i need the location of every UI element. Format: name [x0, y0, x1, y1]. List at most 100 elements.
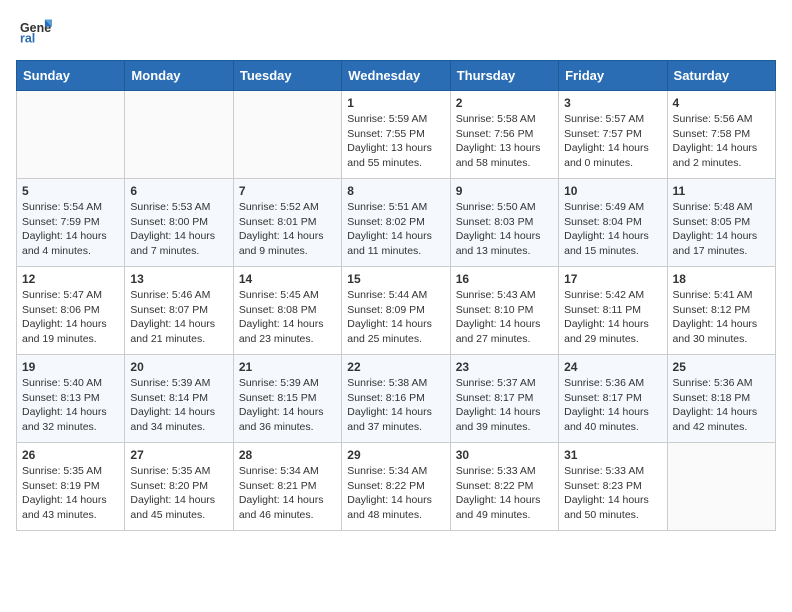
- day-cell: 31 Sunrise: 5:33 AMSunset: 8:23 PMDayligh…: [559, 443, 667, 531]
- header-monday: Monday: [125, 61, 233, 91]
- header-friday: Friday: [559, 61, 667, 91]
- day-number: 14: [239, 272, 336, 286]
- day-number: 10: [564, 184, 661, 198]
- day-number: 1: [347, 96, 444, 110]
- day-info: Sunrise: 5:33 AMSunset: 8:22 PMDaylight:…: [456, 464, 553, 523]
- day-number: 28: [239, 448, 336, 462]
- day-cell: 21 Sunrise: 5:39 AMSunset: 8:15 PMDayligh…: [233, 355, 341, 443]
- day-number: 4: [673, 96, 770, 110]
- calendar-header: SundayMondayTuesdayWednesdayThursdayFrid…: [17, 61, 776, 91]
- week-row-3: 12 Sunrise: 5:47 AMSunset: 8:06 PMDayligh…: [17, 267, 776, 355]
- header-saturday: Saturday: [667, 61, 775, 91]
- day-cell: 2 Sunrise: 5:58 AMSunset: 7:56 PMDaylight…: [450, 91, 558, 179]
- day-number: 6: [130, 184, 227, 198]
- day-info: Sunrise: 5:40 AMSunset: 8:13 PMDaylight:…: [22, 376, 119, 435]
- day-info: Sunrise: 5:46 AMSunset: 8:07 PMDaylight:…: [130, 288, 227, 347]
- day-cell: 6Sunrise: 5:53 AMSunset: 8:00 PMDaylight…: [125, 179, 233, 267]
- week-row-5: 26 Sunrise: 5:35 AMSunset: 8:19 PMDayligh…: [17, 443, 776, 531]
- day-cell: 8 Sunrise: 5:51 AMSunset: 8:02 PMDaylight…: [342, 179, 450, 267]
- day-cell: [667, 443, 775, 531]
- day-cell: 17Sunrise: 5:42 AMSunset: 8:11 PMDayligh…: [559, 267, 667, 355]
- header-thursday: Thursday: [450, 61, 558, 91]
- day-number: 29: [347, 448, 444, 462]
- day-cell: 24Sunrise: 5:36 AMSunset: 8:17 PMDayligh…: [559, 355, 667, 443]
- day-cell: 19 Sunrise: 5:40 AMSunset: 8:13 PMDayligh…: [17, 355, 125, 443]
- day-cell: 25 Sunrise: 5:36 AMSunset: 8:18 PMDayligh…: [667, 355, 775, 443]
- header-wednesday: Wednesday: [342, 61, 450, 91]
- day-number: 22: [347, 360, 444, 374]
- day-info: Sunrise: 5:58 AMSunset: 7:56 PMDaylight:…: [456, 112, 553, 171]
- day-cell: 27 Sunrise: 5:35 AMSunset: 8:20 PMDayligh…: [125, 443, 233, 531]
- day-info: Sunrise: 5:54 AMSunset: 7:59 PMDaylight:…: [22, 200, 119, 259]
- day-info: Sunrise: 5:34 AMSunset: 8:21 PMDaylight:…: [239, 464, 336, 523]
- day-number: 20: [130, 360, 227, 374]
- day-number: 23: [456, 360, 553, 374]
- day-cell: 18 Sunrise: 5:41 AMSunset: 8:12 PMDayligh…: [667, 267, 775, 355]
- day-info: Sunrise: 5:41 AMSunset: 8:12 PMDaylight:…: [673, 288, 770, 347]
- day-number: 27: [130, 448, 227, 462]
- day-cell: 12 Sunrise: 5:47 AMSunset: 8:06 PMDayligh…: [17, 267, 125, 355]
- day-number: 31: [564, 448, 661, 462]
- day-number: 13: [130, 272, 227, 286]
- day-info: Sunrise: 5:35 AMSunset: 8:19 PMDaylight:…: [22, 464, 119, 523]
- header-sunday: Sunday: [17, 61, 125, 91]
- calendar-table: SundayMondayTuesdayWednesdayThursdayFrid…: [16, 60, 776, 531]
- logo-icon: Gene ral: [20, 16, 52, 48]
- day-cell: 28 Sunrise: 5:34 AMSunset: 8:21 PMDayligh…: [233, 443, 341, 531]
- day-info: Sunrise: 5:51 AMSunset: 8:02 PMDaylight:…: [347, 200, 444, 259]
- day-info: Sunrise: 5:49 AMSunset: 8:04 PMDaylight:…: [564, 200, 661, 259]
- day-cell: [233, 91, 341, 179]
- day-cell: 14 Sunrise: 5:45 AMSunset: 8:08 PMDayligh…: [233, 267, 341, 355]
- day-number: 18: [673, 272, 770, 286]
- day-info: Sunrise: 5:33 AMSunset: 8:23 PMDaylight:…: [564, 464, 661, 523]
- header-tuesday: Tuesday: [233, 61, 341, 91]
- day-number: 19: [22, 360, 119, 374]
- day-number: 30: [456, 448, 553, 462]
- day-cell: [17, 91, 125, 179]
- day-cell: 10 Sunrise: 5:49 AMSunset: 8:04 PMDayligh…: [559, 179, 667, 267]
- day-info: Sunrise: 5:38 AMSunset: 8:16 PMDaylight:…: [347, 376, 444, 435]
- day-number: 3: [564, 96, 661, 110]
- day-cell: 7Sunrise: 5:52 AMSunset: 8:01 PMDaylight…: [233, 179, 341, 267]
- day-number: 11: [673, 184, 770, 198]
- day-info: Sunrise: 5:56 AMSunset: 7:58 PMDaylight:…: [673, 112, 770, 171]
- page-header: Gene ral: [0, 0, 792, 56]
- day-cell: [125, 91, 233, 179]
- day-number: 17: [564, 272, 661, 286]
- day-info: Sunrise: 5:48 AMSunset: 8:05 PMDaylight:…: [673, 200, 770, 259]
- week-row-2: 5 Sunrise: 5:54 AMSunset: 7:59 PMDaylight…: [17, 179, 776, 267]
- svg-text:ral: ral: [20, 32, 35, 46]
- day-info: Sunrise: 5:50 AMSunset: 8:03 PMDaylight:…: [456, 200, 553, 259]
- day-info: Sunrise: 5:47 AMSunset: 8:06 PMDaylight:…: [22, 288, 119, 347]
- day-info: Sunrise: 5:39 AMSunset: 8:14 PMDaylight:…: [130, 376, 227, 435]
- day-number: 25: [673, 360, 770, 374]
- day-cell: 9 Sunrise: 5:50 AMSunset: 8:03 PMDaylight…: [450, 179, 558, 267]
- week-row-1: 1 Sunrise: 5:59 AMSunset: 7:55 PMDaylight…: [17, 91, 776, 179]
- day-info: Sunrise: 5:35 AMSunset: 8:20 PMDaylight:…: [130, 464, 227, 523]
- day-info: Sunrise: 5:39 AMSunset: 8:15 PMDaylight:…: [239, 376, 336, 435]
- day-number: 15: [347, 272, 444, 286]
- day-number: 9: [456, 184, 553, 198]
- day-cell: 29Sunrise: 5:34 AMSunset: 8:22 PMDayligh…: [342, 443, 450, 531]
- day-cell: 3Sunrise: 5:57 AMSunset: 7:57 PMDaylight…: [559, 91, 667, 179]
- day-number: 8: [347, 184, 444, 198]
- day-info: Sunrise: 5:45 AMSunset: 8:08 PMDaylight:…: [239, 288, 336, 347]
- day-number: 12: [22, 272, 119, 286]
- day-info: Sunrise: 5:43 AMSunset: 8:10 PMDaylight:…: [456, 288, 553, 347]
- day-number: 2: [456, 96, 553, 110]
- day-info: Sunrise: 5:36 AMSunset: 8:18 PMDaylight:…: [673, 376, 770, 435]
- logo: Gene ral: [20, 16, 56, 48]
- day-number: 7: [239, 184, 336, 198]
- day-number: 21: [239, 360, 336, 374]
- day-cell: 20 Sunrise: 5:39 AMSunset: 8:14 PMDayligh…: [125, 355, 233, 443]
- day-cell: 23 Sunrise: 5:37 AMSunset: 8:17 PMDayligh…: [450, 355, 558, 443]
- day-info: Sunrise: 5:37 AMSunset: 8:17 PMDaylight:…: [456, 376, 553, 435]
- day-number: 5: [22, 184, 119, 198]
- day-cell: 1 Sunrise: 5:59 AMSunset: 7:55 PMDaylight…: [342, 91, 450, 179]
- day-number: 26: [22, 448, 119, 462]
- week-row-4: 19 Sunrise: 5:40 AMSunset: 8:13 PMDayligh…: [17, 355, 776, 443]
- day-info: Sunrise: 5:59 AMSunset: 7:55 PMDaylight:…: [347, 112, 444, 171]
- day-cell: 11 Sunrise: 5:48 AMSunset: 8:05 PMDayligh…: [667, 179, 775, 267]
- day-cell: 5 Sunrise: 5:54 AMSunset: 7:59 PMDaylight…: [17, 179, 125, 267]
- day-cell: 15Sunrise: 5:44 AMSunset: 8:09 PMDayligh…: [342, 267, 450, 355]
